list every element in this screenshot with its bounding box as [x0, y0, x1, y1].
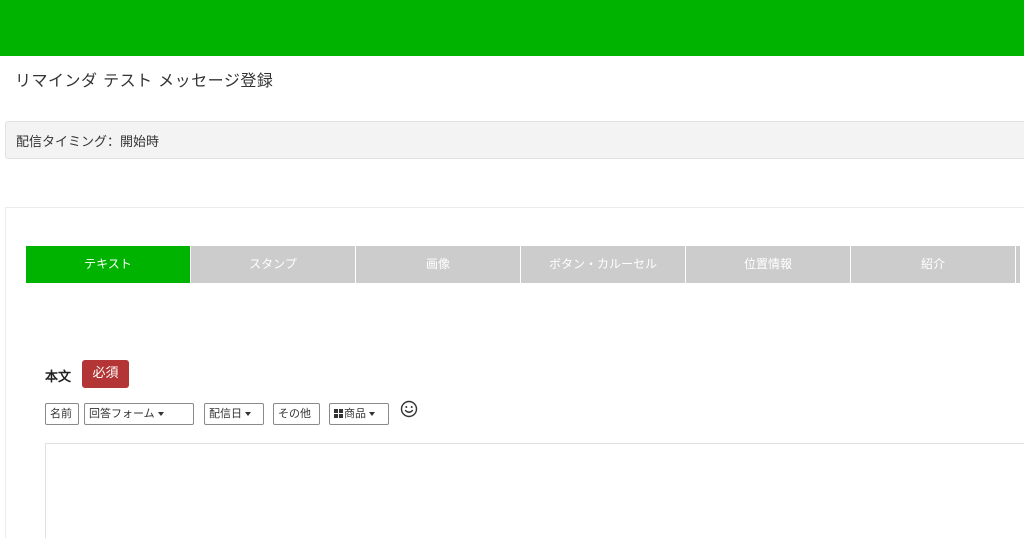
product-label: 商品 — [344, 407, 366, 420]
message-type-tabs: テキスト スタンプ 画像 ボタン・カルーセル 位置情報 紹介 — [26, 246, 1021, 283]
other-button[interactable]: その他 — [273, 403, 320, 425]
tab-text[interactable]: テキスト — [26, 246, 191, 283]
tab-introduction[interactable]: 紹介 — [851, 246, 1016, 283]
required-badge: 必須 — [82, 360, 129, 388]
product-dropdown[interactable]: 商品 — [329, 403, 389, 425]
insert-name-label: 名前 — [50, 407, 72, 420]
tab-image[interactable]: 画像 — [356, 246, 521, 283]
body-label: 本文 — [45, 370, 72, 385]
other-label: その他 — [278, 407, 311, 420]
delivery-timing-bar: 配信タイミング：開始時 — [5, 121, 1024, 159]
tab-button-carousel[interactable]: ボタン・カルーセル — [521, 246, 686, 283]
top-header-bar — [0, 0, 1024, 56]
answer-form-label: 回答フォーム — [89, 407, 155, 420]
delivery-date-dropdown[interactable]: 配信日 — [204, 403, 264, 425]
chevron-down-icon — [157, 412, 164, 416]
tab-location[interactable]: 位置情報 — [686, 246, 851, 283]
body-textarea[interactable] — [45, 443, 1024, 538]
chevron-down-icon — [369, 412, 375, 416]
answer-form-dropdown[interactable]: 回答フォーム — [84, 403, 194, 425]
page-title: リマインダ テスト メッセージ登録 — [15, 71, 274, 90]
delivery-timing-text: 配信タイミング：開始時 — [16, 135, 160, 150]
tab-overflow-edge — [1016, 246, 1021, 283]
chevron-down-icon — [245, 412, 251, 416]
tab-stamp[interactable]: スタンプ — [191, 246, 356, 283]
smiley-icon[interactable] — [400, 400, 418, 418]
grid-icon — [334, 409, 343, 418]
delivery-date-label: 配信日 — [209, 407, 242, 420]
insert-name-button[interactable]: 名前 — [45, 403, 79, 425]
